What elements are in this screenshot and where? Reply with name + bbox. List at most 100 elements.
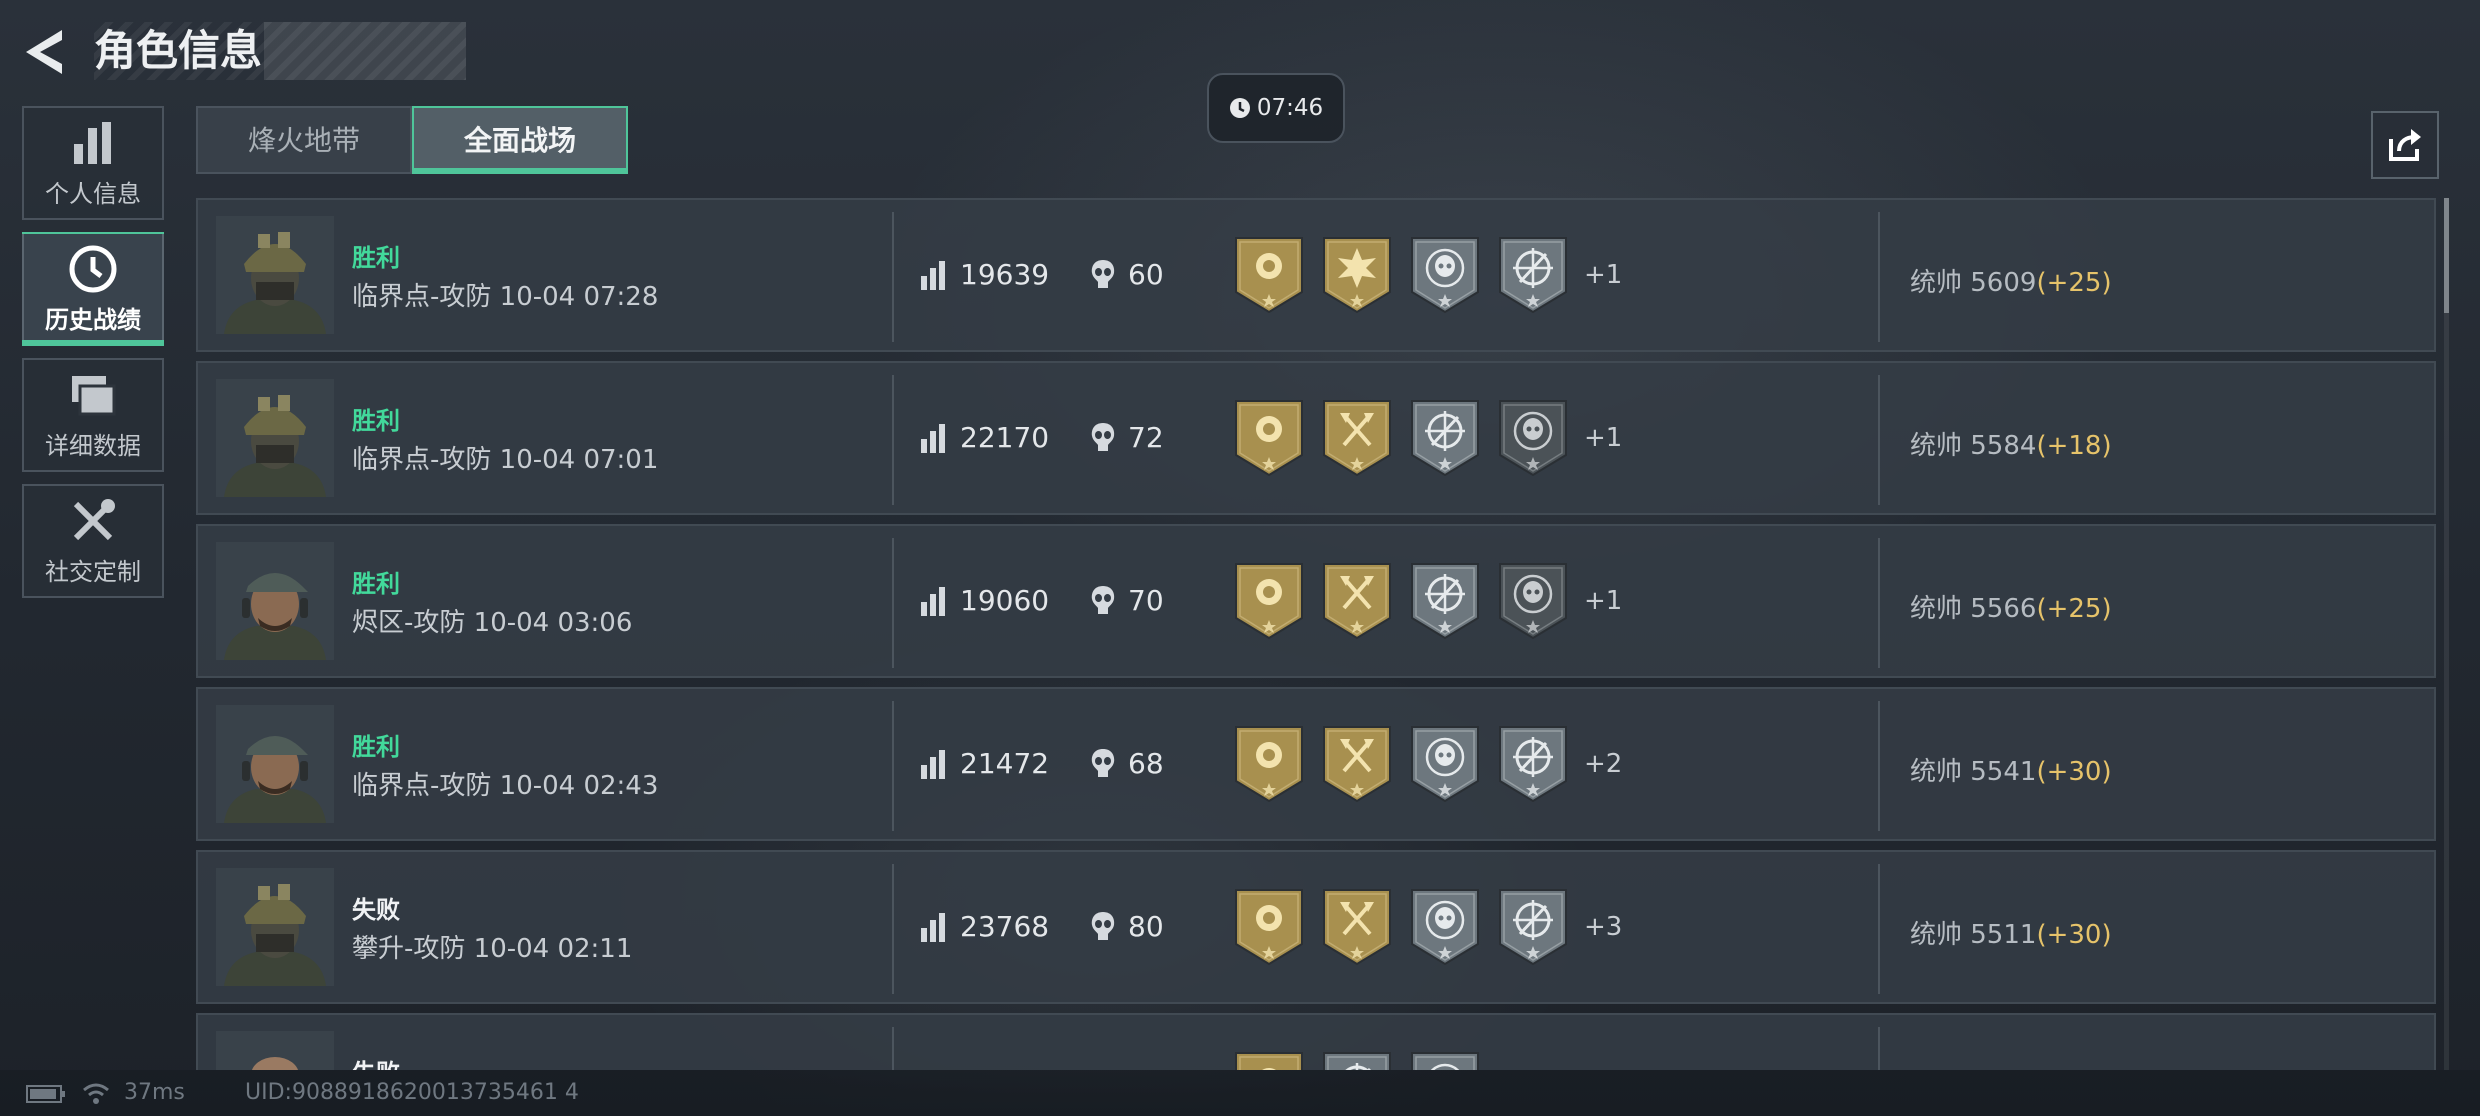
medal-silver-crosshair-icon[interactable] — [1498, 725, 1568, 803]
tools-icon — [73, 498, 115, 540]
medal-silver-crosshair-icon[interactable] — [1498, 236, 1568, 314]
history-clock-icon — [69, 245, 117, 292]
match-result: 胜利 — [352, 733, 400, 761]
row-divider — [892, 864, 894, 994]
tab-full-battlefield[interactable]: 全面战场 — [412, 106, 628, 174]
row-divider — [892, 1027, 894, 1070]
medal-gold-rose-icon[interactable] — [1234, 399, 1304, 477]
kills-skull-icon — [1091, 912, 1115, 940]
rating-delta: (+25) — [2036, 594, 2112, 624]
medal-gold-axes-icon[interactable] — [1322, 562, 1392, 640]
match-score: 21472 — [960, 747, 1050, 780]
medal-silver-skull-icon[interactable] — [1410, 236, 1480, 314]
match-row[interactable]: 胜利 临界点-攻防 10-04 02:43 21472 68 +2 统帅 5541(+30… — [196, 687, 2436, 841]
medal-gold-axes-icon[interactable] — [1322, 725, 1392, 803]
match-map-time: 临界点-攻防 10-04 02:43 — [352, 771, 659, 801]
match-result: 失败 — [352, 896, 400, 924]
match-row[interactable]: 胜利 临界点-攻防 10-04 07:28 19639 60 +1 统帅 5609(+25… — [196, 198, 2436, 352]
match-map-time: 攀升-攻防 10-04 02:11 — [352, 934, 633, 964]
commander-rating: 统帅 5511(+30) — [1910, 914, 2112, 951]
match-kills: 70 — [1128, 584, 1164, 617]
match-row[interactable]: 胜利 烬区-攻防 10-04 03:06 19060 70 +1 统帅 5566(+25) — [196, 524, 2436, 678]
side-nav: 个人信息 历史战绩 详细数据 社交定制 — [22, 106, 164, 610]
match-result: 失败 — [352, 1053, 400, 1070]
nav-item-details[interactable]: 详细数据 — [22, 358, 164, 472]
rating-delta: (+30) — [2036, 920, 2112, 950]
player-avatar — [216, 216, 334, 334]
medal-dark-skull-icon[interactable] — [1498, 562, 1568, 640]
medal-silver-crosshair-icon[interactable] — [1410, 562, 1480, 640]
row-divider — [892, 212, 894, 342]
match-history-list[interactable]: 胜利 临界点-攻防 10-04 07:28 19639 60 +1 统帅 5609(+25… — [196, 198, 2436, 1070]
mode-tabs: 烽火地带 全面战场 — [196, 106, 628, 174]
row-divider — [1878, 1027, 1880, 1070]
match-map-time: 临界点-攻防 10-04 07:01 — [352, 445, 659, 475]
rating-value: 统帅 5609 — [1910, 268, 2037, 298]
medal-silver-skull-icon[interactable] — [1410, 1051, 1480, 1070]
clock-time: 07:46 — [1256, 95, 1324, 121]
score-bar-icon — [921, 913, 945, 942]
row-divider — [1878, 864, 1880, 994]
medal-dark-skull-icon[interactable] — [1498, 399, 1568, 477]
medal-list — [1234, 725, 1568, 803]
nav-label: 历史战绩 — [45, 305, 141, 334]
match-kills: 60 — [1128, 258, 1164, 291]
rating-value: 统帅 5541 — [1910, 757, 2037, 787]
rating-delta: (+18) — [2036, 431, 2112, 461]
medal-list — [1234, 1051, 1480, 1070]
match-row[interactable]: 失败 — [196, 1013, 2436, 1070]
kills-skull-icon — [1091, 423, 1115, 451]
match-row[interactable]: 失败 攀升-攻防 10-04 02:11 23768 80 +3 统帅 5511(+30) — [196, 850, 2436, 1004]
row-divider — [892, 375, 894, 505]
ping-value: 37ms — [124, 1080, 185, 1105]
rating-value: 统帅 5511 — [1910, 920, 2037, 950]
tab-hazard-zone[interactable]: 烽火地带 — [196, 106, 412, 174]
extra-medal-count: +1 — [1584, 260, 1623, 290]
medal-gold-rose-icon[interactable] — [1234, 725, 1304, 803]
share-button[interactable] — [2371, 111, 2439, 179]
medal-gold-axes-icon[interactable] — [1322, 399, 1392, 477]
medal-gold-axes-icon[interactable] — [1322, 888, 1392, 966]
wifi-icon — [83, 1083, 109, 1104]
bar-chart-icon — [74, 121, 111, 164]
medal-list — [1234, 562, 1568, 640]
match-kills: 68 — [1128, 747, 1164, 780]
nav-item-history[interactable]: 历史战绩 — [22, 232, 164, 346]
kills-skull-icon — [1091, 260, 1115, 288]
player-avatar — [216, 379, 334, 497]
commander-rating: 统帅 5566(+25) — [1910, 588, 2112, 625]
medal-gold-burst-icon[interactable] — [1322, 236, 1392, 314]
medal-gold-rose-icon[interactable] — [1234, 888, 1304, 966]
match-result: 胜利 — [352, 407, 400, 435]
extra-medal-count: +1 — [1584, 586, 1623, 616]
match-score: 22170 — [960, 421, 1050, 454]
player-avatar — [216, 1031, 334, 1070]
nav-item-personal-info[interactable]: 个人信息 — [22, 106, 164, 220]
row-divider — [1878, 212, 1880, 342]
commander-rating: 统帅 5584(+18) — [1910, 425, 2112, 462]
extra-medal-count: +1 — [1584, 423, 1623, 453]
medal-silver-crosshair-icon[interactable] — [1498, 888, 1568, 966]
scroll-thumb[interactable] — [2444, 198, 2449, 313]
back-button[interactable] — [22, 26, 68, 78]
match-row[interactable]: 胜利 临界点-攻防 10-04 07:01 22170 72 +1 统帅 5584(+18… — [196, 361, 2436, 515]
medal-gold-rose-icon[interactable] — [1234, 236, 1304, 314]
clock-display: 07:46 — [1207, 73, 1345, 143]
scrollbar[interactable] — [2444, 198, 2449, 1070]
player-avatar — [216, 542, 334, 660]
commander-rating: 统帅 5609(+25) — [1910, 262, 2112, 299]
medal-silver-crosshair-icon[interactable] — [1410, 399, 1480, 477]
rating-value: 统帅 5584 — [1910, 431, 2037, 461]
match-result: 胜利 — [352, 244, 400, 272]
score-bar-icon — [921, 261, 945, 290]
medal-gold-rose-icon[interactable] — [1234, 1051, 1304, 1070]
medal-silver-crosshair-icon[interactable] — [1322, 1051, 1392, 1070]
score-bar-icon — [921, 587, 945, 616]
medal-gold-rose-icon[interactable] — [1234, 562, 1304, 640]
medal-silver-skull-icon[interactable] — [1410, 888, 1480, 966]
row-divider — [1878, 538, 1880, 668]
nav-item-social[interactable]: 社交定制 — [22, 484, 164, 598]
back-arrow-icon — [26, 30, 62, 74]
medal-silver-skull-icon[interactable] — [1410, 725, 1480, 803]
medal-list — [1234, 399, 1568, 477]
